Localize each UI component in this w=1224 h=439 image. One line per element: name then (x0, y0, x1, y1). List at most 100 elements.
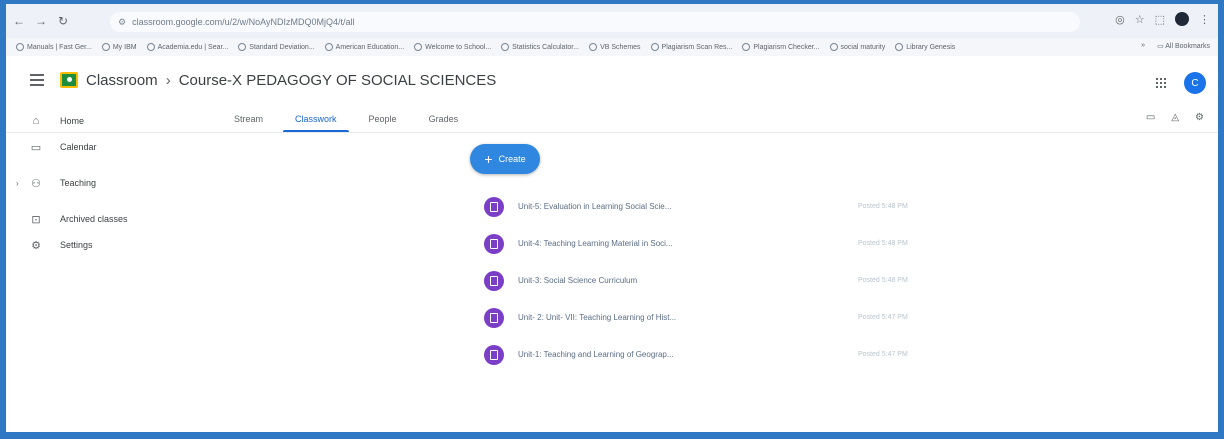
sidebar-item-settings[interactable]: ⚙ Settings (6, 232, 206, 258)
list-item[interactable]: Unit-1: Teaching and Learning of Geograp… (484, 336, 944, 373)
settings-icon[interactable]: ⚙ (1195, 112, 1204, 123)
sidebar: ⌂ Home ▭ Calendar › ⚇ Teaching ⊡ Archive… (6, 108, 206, 258)
bookmark-item[interactable]: Plagiarism Scan Res... (650, 43, 732, 51)
bookmark-item[interactable]: Standard Deviation... (238, 43, 315, 51)
google-lens-icon[interactable]: ◎ (1115, 13, 1125, 26)
extensions-icon[interactable]: ⬚ (1155, 13, 1165, 26)
more-vert-icon[interactable]: ⋮ (1199, 13, 1210, 26)
globe-icon (324, 43, 333, 51)
item-title: Unit-5: Evaluation in Learning Social Sc… (518, 202, 672, 211)
globe-icon (101, 43, 110, 51)
sidebar-item-home[interactable]: ⌂ Home (6, 108, 206, 134)
course-title[interactable]: Course-X PEDAGOGY OF SOCIAL SCIENCES (179, 72, 497, 89)
globe-icon (895, 43, 904, 51)
reload-icon[interactable]: ↻ (54, 12, 72, 30)
sidebar-item-calendar[interactable]: ▭ Calendar (6, 134, 206, 160)
tab-stream[interactable]: Stream (232, 108, 265, 130)
item-date: Posted 5:48 PM (858, 277, 908, 284)
tab-divider (6, 132, 1218, 133)
bookmark-item[interactable]: Manuals | Fast Ger... (16, 43, 92, 51)
list-item[interactable]: Unit-4: Teaching Learning Material in So… (484, 225, 944, 262)
back-icon[interactable]: ← (10, 12, 28, 30)
globe-icon (742, 43, 751, 51)
bookmark-item[interactable]: social maturity (829, 43, 885, 51)
calendar-icon[interactable]: ▭ (1146, 112, 1155, 123)
plus-icon: + (484, 151, 493, 167)
browser-right-tools: ◎ ☆ ⬚ ⋮ (1115, 12, 1210, 26)
list-item[interactable]: Unit-5: Evaluation in Learning Social Sc… (484, 188, 944, 225)
bookmark-item[interactable]: Academia.edu | Sear... (146, 43, 228, 51)
forward-icon[interactable]: → (32, 12, 50, 30)
course-header-icons: ▭ ◬ ⚙ (1146, 112, 1204, 123)
all-bookmarks-button[interactable]: ▭ All Bookmarks (1157, 42, 1210, 50)
globe-icon (829, 43, 838, 51)
bookmark-item[interactable]: American Education... (324, 43, 404, 51)
bookmark-item[interactable]: Statistics Calculator... (501, 43, 579, 51)
sidebar-item-label: Home (60, 116, 85, 126)
item-date: Posted 5:48 PM (858, 203, 908, 210)
item-title: Unit-3: Social Science Curriculum (518, 276, 638, 285)
list-item[interactable]: Unit-3: Social Science Curriculum Posted… (484, 262, 944, 299)
assignment-icon (484, 344, 504, 365)
breadcrumb: Classroom › Course-X PEDAGOGY OF SOCIAL SC… (86, 72, 496, 89)
bookmark-item[interactable]: Plagiarism Checker... (742, 43, 820, 51)
item-date: Posted 5:48 PM (858, 240, 908, 247)
globe-icon (650, 43, 659, 51)
globe-icon (16, 43, 24, 51)
bookmarks-bar: Manuals | Fast Ger... My IBM Academia.ed… (6, 38, 1218, 56)
browser-toolbar: ← → ↻ ⚙ classroom.google.com/u/2/w/NoAyN… (6, 4, 1218, 38)
item-title: Unit-4: Teaching Learning Material in So… (518, 239, 673, 248)
browser-window: ← → ↻ ⚙ classroom.google.com/u/2/w/NoAyN… (6, 4, 1218, 432)
assignment-icon (484, 196, 504, 217)
bookmark-item[interactable]: VB Schemes (589, 43, 641, 51)
globe-icon (146, 43, 155, 51)
item-title: Unit- 2: Unit- VII: Teaching Learning of… (518, 313, 677, 322)
list-item[interactable]: Unit- 2: Unit- VII: Teaching Learning of… (484, 299, 944, 336)
sidebar-item-label: Settings (60, 240, 93, 250)
bookmarks-right: » ▭ All Bookmarks (1141, 42, 1210, 50)
star-icon[interactable]: ☆ (1135, 13, 1145, 26)
avatar[interactable]: C (1184, 72, 1206, 94)
assignment-icon (484, 233, 504, 254)
home-icon: ⌂ (32, 115, 40, 127)
item-date: Posted 5:47 PM (858, 314, 908, 321)
hamburger-menu-icon[interactable] (30, 74, 44, 86)
archive-icon: ⊡ (31, 213, 41, 226)
app-header: Classroom › Course-X PEDAGOGY OF SOCIAL SC… (6, 60, 1218, 106)
create-button[interactable]: + Create (470, 144, 540, 174)
address-bar[interactable]: ⚙ classroom.google.com/u/2/w/NoAyNDIzMDQ… (110, 12, 1080, 32)
item-title: Unit-1: Teaching and Learning of Geograp… (518, 350, 674, 359)
sidebar-item-archived[interactable]: ⊡ Archived classes (6, 206, 206, 232)
bookmark-item[interactable]: Library Genesis (895, 43, 955, 51)
tab-people[interactable]: People (367, 108, 399, 130)
people-icon: ⚇ (31, 177, 41, 190)
classroom-logo-icon (60, 72, 78, 88)
url-text: classroom.google.com/u/2/w/NoAyNDIzMDQ0M… (132, 17, 355, 27)
sidebar-item-label: Teaching (60, 178, 97, 188)
tab-classwork[interactable]: Classwork (283, 108, 348, 132)
tab-grades[interactable]: Grades (427, 108, 461, 130)
chevron-right-icon: › (165, 72, 171, 89)
sidebar-item-label: Calendar (60, 142, 97, 152)
app-name-link[interactable]: Classroom (86, 72, 158, 89)
chevron-right-icon[interactable]: › (16, 179, 19, 188)
assignment-icon (484, 307, 504, 328)
course-tabs: Stream Classwork People Grades (232, 108, 461, 132)
sidebar-item-label: Archived classes (60, 214, 128, 224)
drive-folder-icon[interactable]: ◬ (1171, 112, 1179, 123)
item-date: Posted 5:47 PM (858, 351, 908, 358)
gear-icon: ⚙ (31, 239, 41, 252)
sidebar-item-teaching[interactable]: › ⚇ Teaching (6, 170, 206, 196)
bookmark-item[interactable]: Welcome to School... (414, 43, 491, 51)
assignment-icon (484, 270, 504, 291)
globe-icon (238, 43, 247, 51)
create-button-label: Create (498, 154, 526, 164)
google-apps-icon[interactable] (1156, 78, 1166, 88)
chevron-right-icon[interactable]: » (1141, 42, 1145, 50)
globe-icon (501, 43, 510, 51)
calendar-icon: ▭ (30, 141, 42, 154)
site-info-icon[interactable]: ⚙ (118, 17, 126, 28)
profile-icon[interactable] (1175, 12, 1189, 26)
classwork-list: Unit-5: Evaluation in Learning Social Sc… (484, 188, 944, 373)
bookmark-item[interactable]: My IBM (101, 43, 137, 51)
